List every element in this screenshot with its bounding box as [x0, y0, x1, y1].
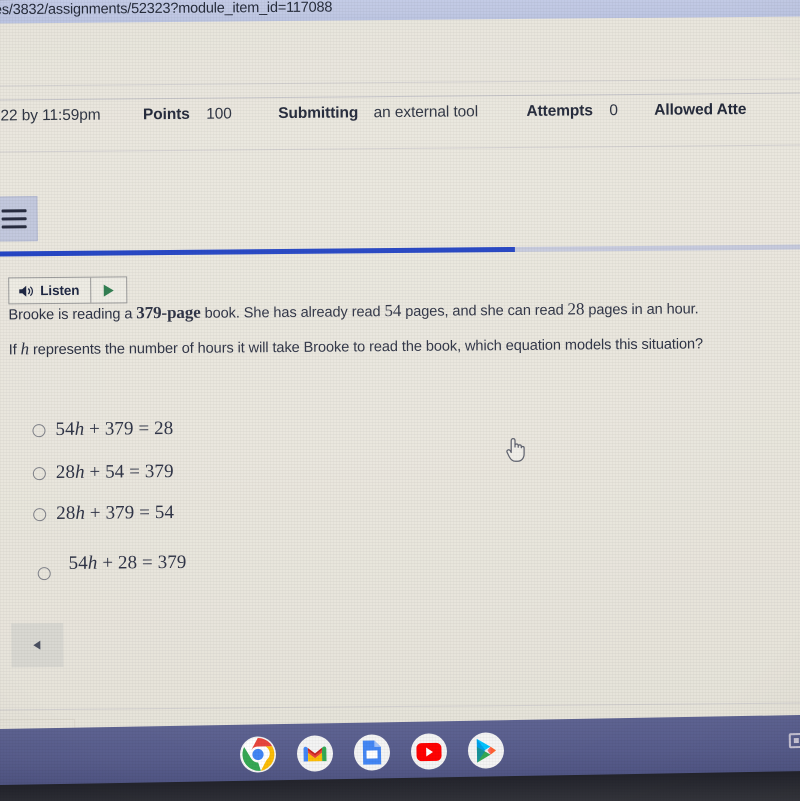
- points-label: Points: [142, 105, 190, 124]
- q1-part-c: book. She has already read: [200, 304, 385, 322]
- attempts-value: 0: [609, 102, 618, 120]
- q1-pages-per-hour: 28: [567, 299, 585, 319]
- play-button[interactable]: [91, 277, 126, 302]
- submitting-label: Submitting: [278, 104, 359, 123]
- answer-choice-d-label: 54h + 28 = 379: [68, 551, 187, 574]
- radio-button-b[interactable]: [32, 466, 46, 480]
- shelf-icon-group: [239, 732, 505, 773]
- divider-top: [0, 78, 800, 87]
- chrome-icon[interactable]: [239, 736, 277, 773]
- q1-part-g: pages in an hour.: [584, 301, 699, 319]
- divider-footer: [0, 702, 800, 711]
- gmail-icon[interactable]: [296, 735, 334, 772]
- speaker-icon: [19, 285, 33, 297]
- hamburger-bar-3: [1, 225, 27, 229]
- radio-button-d[interactable]: [37, 567, 51, 581]
- divider-meta-bottom: [0, 144, 800, 153]
- display-square-icon: [788, 732, 800, 749]
- hamburger-bar-1: [1, 209, 27, 213]
- screenshot-photo: es/3832/assignments/52323?module_item_id…: [0, 0, 800, 801]
- progress-bar-track: [0, 244, 800, 257]
- answer-choice-a-label: 54h + 379 = 28: [55, 417, 174, 441]
- allowed-attempts-label: Allowed Atte: [654, 100, 747, 119]
- q1-pages-read: 54: [384, 300, 402, 321]
- progress-bar-fill: [0, 247, 516, 257]
- youtube-icon[interactable]: [410, 733, 448, 770]
- answer-choice-c-label: 28h + 379 = 54: [56, 501, 175, 525]
- q2-part-c: represents the number of hours it will t…: [28, 336, 704, 359]
- q2-part-a: If: [8, 342, 21, 359]
- hamburger-menu-icon[interactable]: [0, 196, 38, 242]
- canvas-assignment-page: p 22 by 11:59pm Points 100 Submitting an…: [0, 16, 800, 734]
- listen-label: Listen: [40, 282, 80, 299]
- answer-choice-d[interactable]: 54h + 28 = 379: [37, 551, 187, 581]
- attempts-label: Attempts: [526, 102, 593, 120]
- question-line-2: If h represents the number of hours it w…: [9, 333, 799, 360]
- play-store-icon[interactable]: [467, 732, 505, 769]
- divider-meta-top: [0, 92, 800, 101]
- answer-choice-a[interactable]: 54h + 379 = 28: [32, 418, 173, 441]
- hamburger-bar-2: [1, 217, 27, 221]
- due-date-text: p 22 by 11:59pm: [0, 106, 101, 125]
- answer-choice-b-label: 28h + 54 = 379: [55, 460, 174, 484]
- play-triangle-icon: [103, 284, 114, 297]
- answer-choice-c[interactable]: 28h + 379 = 54: [33, 502, 174, 525]
- left-triangle-icon: [33, 640, 41, 650]
- immersive-reader-toolbar: Listen: [8, 276, 128, 305]
- url-text: es/3832/assignments/52323?module_item_id…: [0, 0, 333, 19]
- radio-button-a[interactable]: [32, 423, 46, 437]
- answer-choice-b[interactable]: 28h + 54 = 379: [32, 460, 174, 484]
- back-button[interactable]: [11, 622, 64, 668]
- q1-part-a: Brooke is reading a: [8, 306, 137, 324]
- radio-button-c[interactable]: [33, 507, 47, 521]
- listen-button[interactable]: Listen: [9, 278, 90, 304]
- submitting-value: an external tool: [373, 103, 479, 122]
- q1-part-e: pages, and she can read: [401, 302, 568, 320]
- assignment-meta-row: p 22 by 11:59pm Points 100 Submitting an…: [0, 100, 800, 141]
- points-value: 100: [206, 105, 232, 123]
- q1-pages-total: 379-page: [136, 302, 201, 323]
- google-slides-icon[interactable]: [353, 734, 391, 771]
- answer-choices-group: 54h + 379 = 28 28h + 54 = 379 28h + 379 …: [0, 394, 800, 581]
- shelf-status-tray[interactable]: [788, 732, 800, 749]
